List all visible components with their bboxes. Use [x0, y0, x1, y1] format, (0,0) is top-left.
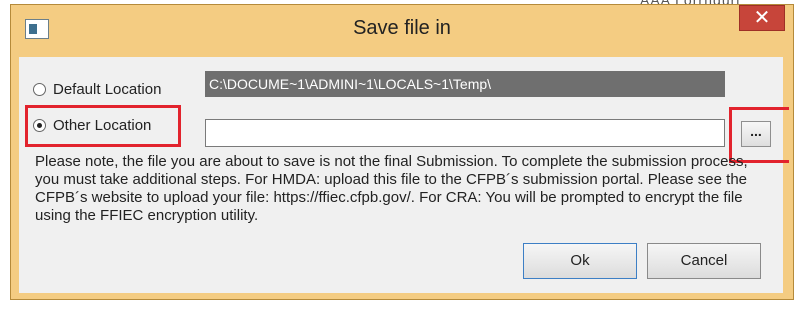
save-file-dialog: Save file in ✕ Default Location C:\DOCUM… [10, 4, 794, 300]
default-location-option[interactable]: Default Location [33, 81, 161, 98]
dialog-body: Default Location C:\DOCUME~1\ADMINI~1\LO… [19, 57, 789, 293]
browse-button[interactable]: ... [741, 121, 771, 147]
other-location-option[interactable]: Other Location [33, 117, 151, 134]
dialog-title: Save file in [353, 17, 451, 39]
title-bar: Save file in ✕ [11, 5, 793, 57]
cancel-button[interactable]: Cancel [647, 243, 761, 279]
ok-button[interactable]: Ok [523, 243, 637, 279]
default-location-path-field: C:\DOCUME~1\ADMINI~1\LOCALS~1\Temp\ [205, 71, 725, 97]
close-button[interactable]: ✕ [739, 5, 785, 31]
other-location-input[interactable] [205, 119, 725, 147]
default-location-radio[interactable] [33, 83, 46, 96]
other-location-radio[interactable] [33, 119, 46, 132]
submission-note: Please note, the file you are about to s… [35, 153, 748, 224]
other-location-label: Other Location [53, 117, 152, 134]
default-location-label: Default Location [53, 81, 162, 98]
